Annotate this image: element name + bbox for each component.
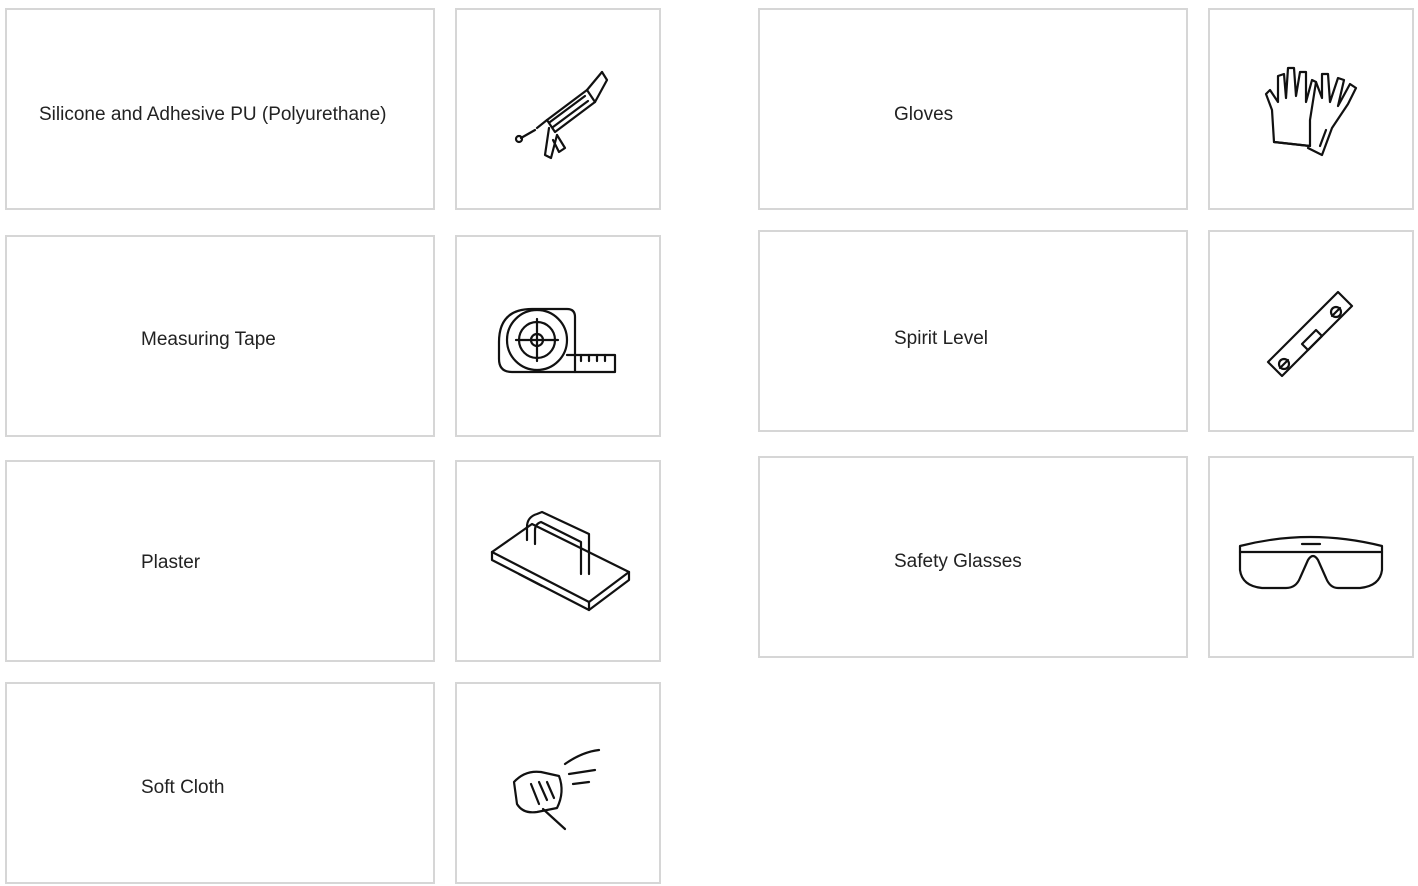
plastering-float-icon: [457, 462, 659, 660]
tool-icon-card-safety-glasses: [1208, 456, 1414, 658]
tool-icon-card-silicone: [455, 8, 661, 210]
caulking-gun-icon: [457, 10, 659, 208]
gloves-icon: [1210, 10, 1412, 208]
tool-label: Silicone and Adhesive PU (Polyurethane): [39, 104, 387, 125]
measuring-tape-icon: [457, 237, 659, 435]
tool-label: Measuring Tape: [141, 329, 276, 350]
wiping-cloth-hand-icon: [457, 684, 659, 882]
tool-label: Gloves: [894, 104, 954, 125]
tool-icon-card-measuring-tape: [455, 235, 661, 437]
spirit-level-icon: [1210, 232, 1412, 430]
tool-icon-card-spirit-level: [1208, 230, 1414, 432]
tool-card-soft-cloth: Soft Cloth: [5, 682, 435, 884]
tool-card-measuring-tape: Measuring Tape: [5, 235, 435, 437]
tool-label: Spirit Level: [894, 328, 988, 349]
tool-label: Soft Cloth: [141, 777, 225, 798]
tool-card-plaster: Plaster: [5, 460, 435, 662]
tool-icon-card-gloves: [1208, 8, 1414, 210]
tool-icon-card-plaster: [455, 460, 661, 662]
tool-card-silicone: Silicone and Adhesive PU (Polyurethane): [5, 8, 435, 210]
tool-card-gloves: Gloves: [758, 8, 1188, 210]
tool-label: Plaster: [141, 552, 201, 573]
tool-card-safety-glasses: Safety Glasses: [758, 456, 1188, 658]
tool-icon-card-soft-cloth: [455, 682, 661, 884]
tool-label: Safety Glasses: [894, 551, 1022, 572]
tool-card-spirit-level: Spirit Level: [758, 230, 1188, 432]
safety-glasses-icon: [1210, 458, 1412, 656]
